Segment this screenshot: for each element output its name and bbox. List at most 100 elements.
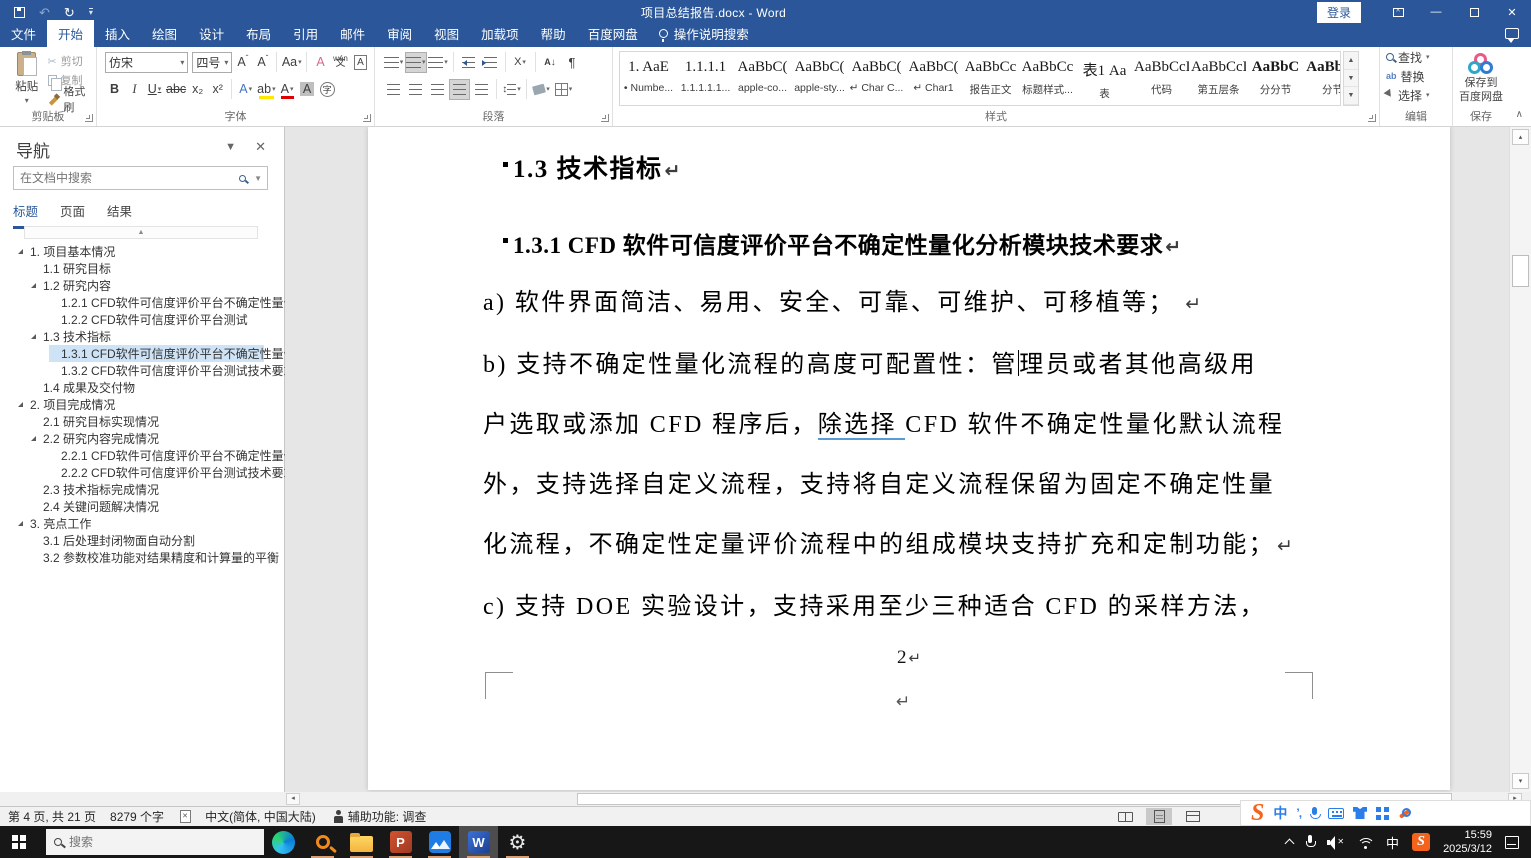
nav-tab[interactable]: 标题 <box>13 201 38 229</box>
sort-button[interactable]: A↓ <box>540 52 561 73</box>
skin-icon[interactable] <box>1353 807 1367 819</box>
nav-heading-item[interactable]: 3. 亮点工作 <box>18 515 264 532</box>
styles-scroll-down-button[interactable]: ▼ <box>1344 70 1358 88</box>
undo-icon[interactable]: ↶ <box>39 6 50 19</box>
scroll-down-button[interactable]: ▾ <box>1512 773 1529 789</box>
bold-button[interactable]: B <box>105 79 124 100</box>
increase-indent-button[interactable] <box>480 52 501 73</box>
nav-heading-item[interactable]: 1.4 成果及交付物 <box>31 379 264 396</box>
line-spacing-button[interactable]: ↕▾ <box>501 79 522 100</box>
style-item[interactable]: AaBbCcDc 代码 <box>1133 52 1190 105</box>
style-item[interactable]: AaBbC( ↵ Char C... <box>848 52 905 105</box>
phonetic-guide-button[interactable]: wén文 <box>331 52 350 73</box>
redo-icon[interactable]: ↻ <box>64 6 75 19</box>
decrease-indent-button[interactable] <box>458 52 479 73</box>
text-effects-button[interactable]: A▾ <box>236 79 255 100</box>
comments-icon[interactable] <box>1505 28 1519 39</box>
numbering-button[interactable]: ▾ <box>405 52 427 73</box>
nav-heading-item[interactable]: 2.3 技术指标完成情况 <box>31 481 264 498</box>
nav-heading-item[interactable]: 3.1 后处理封闭物面自动分割 <box>31 532 264 549</box>
web-layout-button[interactable] <box>1180 808 1206 825</box>
nav-heading-item[interactable]: 1.2 研究内容 <box>31 277 264 294</box>
microphone-icon[interactable] <box>1310 807 1319 820</box>
chevron-down-icon[interactable]: ▼ <box>254 174 262 183</box>
nav-heading-item[interactable]: 1.3.2 CFD软件可信度评价平台测试技术要求 <box>49 362 264 379</box>
ribbon-tab[interactable]: 绘图 <box>141 20 188 47</box>
collapse-triangle-icon[interactable] <box>31 436 36 441</box>
italic-button[interactable]: I <box>125 79 144 100</box>
nav-heading-item[interactable]: 2.4 关键问题解决情况 <box>31 498 264 515</box>
font-dialog-launcher[interactable] <box>363 114 371 122</box>
taskbar-search-box[interactable] <box>46 829 264 855</box>
subscript-button[interactable]: x₂ <box>188 79 207 100</box>
nav-scroll-up-strip[interactable]: ▲ <box>24 226 258 239</box>
show-marks-button[interactable]: ¶ <box>562 52 583 73</box>
collapse-triangle-icon[interactable] <box>31 283 36 288</box>
change-case-button[interactable]: Aa▾ <box>281 52 302 73</box>
justify-button[interactable] <box>449 79 470 100</box>
maximize-button[interactable] <box>1455 0 1493 24</box>
grow-font-button[interactable]: Aˆ <box>233 52 252 73</box>
align-right-button[interactable] <box>427 79 448 100</box>
clock[interactable]: 15:59 2025/3/12 <box>1443 828 1492 857</box>
paste-dropdown-icon[interactable]: ▾ <box>25 96 29 105</box>
search-icon[interactable] <box>239 175 246 182</box>
select-button[interactable]: 选择▾ <box>1380 86 1452 104</box>
cut-button[interactable]: ✂剪切 <box>48 53 96 69</box>
taskbar-app-edge[interactable] <box>264 826 303 858</box>
align-center-button[interactable] <box>405 79 426 100</box>
collapse-triangle-icon[interactable] <box>31 334 36 339</box>
collapse-triangle-icon[interactable] <box>18 402 23 407</box>
ribbon-tab[interactable]: 审阅 <box>376 20 423 47</box>
proofing-errors-icon[interactable] <box>180 810 191 823</box>
shrink-font-button[interactable]: Aˇ <box>253 52 272 73</box>
save-to-baidu-button[interactable]: 保存到百度网盘 <box>1453 53 1509 105</box>
taskbar-app-file-explorer[interactable] <box>342 826 381 858</box>
taskbar-app-search-tool[interactable] <box>303 826 342 858</box>
doc-line-b3[interactable]: 外，支持选择自定义流程，支持将自定义流程保留为固定不确定性量 <box>483 464 1275 499</box>
find-button[interactable]: 查找▾ <box>1380 48 1452 66</box>
taskbar-search-input[interactable] <box>69 835 229 849</box>
wifi-icon[interactable] <box>1357 836 1373 849</box>
doc-line-c[interactable]: c) 支持 DOE 实验设计，支持采用至少三种适合 CFD 的采样方法， <box>483 586 1266 621</box>
word-count[interactable]: 8279 个字 <box>110 808 164 825</box>
multilevel-list-button[interactable]: ▾ <box>428 52 449 73</box>
styles-scroll-up-button[interactable]: ▲ <box>1344 52 1358 70</box>
doc-heading-1-3[interactable]: 1.3 技术指标↵ <box>513 149 680 185</box>
ribbon-tab[interactable]: 邮件 <box>329 20 376 47</box>
enclose-characters-button[interactable]: 字 <box>318 79 337 100</box>
nav-heading-item[interactable]: 1.3 技术指标 <box>31 328 264 345</box>
clipboard-dialog-launcher[interactable] <box>85 114 93 122</box>
distribute-button[interactable] <box>471 79 492 100</box>
style-item[interactable]: AaBbC 分分节 <box>1247 52 1304 105</box>
ribbon-tab[interactable]: 插入 <box>94 20 141 47</box>
nav-tab[interactable]: 结果 <box>107 201 132 229</box>
nav-heading-item[interactable]: 1.3.1 CFD软件可信度评价平台不确定性量化... <box>49 345 264 362</box>
ribbon-tab[interactable]: 设计 <box>188 20 235 47</box>
nav-heading-item[interactable]: 1. 项目基本情况 <box>18 243 264 260</box>
styles-more-button[interactable]: ▼ <box>1344 87 1358 105</box>
strikethrough-button[interactable]: abc <box>165 79 187 100</box>
login-button[interactable]: 登录 <box>1317 2 1361 23</box>
ribbon-display-options-button[interactable]: ^ <box>1379 0 1417 24</box>
styles-dialog-launcher[interactable] <box>1368 114 1376 122</box>
save-icon[interactable] <box>14 7 25 18</box>
font-color-button[interactable]: A▾ <box>278 79 297 100</box>
bullets-button[interactable]: ▾ <box>383 52 404 73</box>
text-highlight-button[interactable]: ab▾ <box>256 79 276 100</box>
toolbox-grid-icon[interactable] <box>1376 807 1389 820</box>
ribbon-tab[interactable]: 百度网盘 <box>577 20 649 47</box>
style-item[interactable]: AaBbC( apple-co... <box>734 52 791 105</box>
taskbar-app-mountain[interactable] <box>420 826 459 858</box>
scroll-up-button[interactable]: ▴ <box>1512 129 1529 145</box>
underline-button[interactable]: U▾ <box>145 79 164 100</box>
ribbon-tab[interactable]: 帮助 <box>530 20 577 47</box>
ribbon-tab[interactable]: 引用 <box>282 20 329 47</box>
punctuation-icon[interactable]: ’, <box>1296 806 1301 820</box>
style-item[interactable]: 1.1.1.1 1.1.1.1.1... <box>677 52 734 105</box>
nav-heading-item[interactable]: 1.1 研究目标 <box>31 260 264 277</box>
collapse-triangle-icon[interactable] <box>18 249 23 254</box>
nav-heading-item[interactable]: 1.2.2 CFD软件可信度评价平台测试 <box>49 311 264 328</box>
nav-tab[interactable]: 页面 <box>60 201 85 229</box>
doc-line-b2[interactable]: 户选取或添加 CFD 程序后，除选择 CFD 软件不确定性量化默认流程 <box>483 404 1284 439</box>
